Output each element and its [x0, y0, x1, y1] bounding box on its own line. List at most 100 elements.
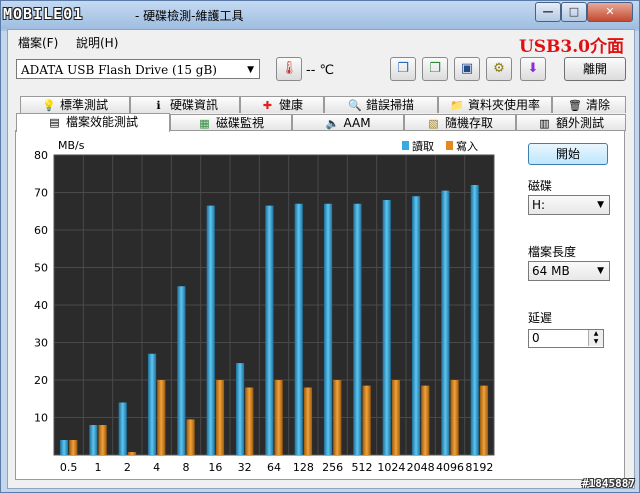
copy-green-icon[interactable]: ❐ — [422, 57, 448, 81]
tab-health[interactable]: ✚ 健康 — [240, 96, 324, 113]
y-tick-label: 60 — [34, 224, 48, 237]
y-tick-label: 30 — [34, 337, 48, 350]
tab-error-scan[interactable]: 🔍 錯誤掃描 — [324, 96, 438, 113]
thermometer-icon[interactable]: 🌡 — [276, 57, 302, 81]
read-bar — [323, 203, 333, 455]
y-axis-label: MB/s — [58, 139, 85, 152]
tab-extra-tests[interactable]: ▥ 額外測試 — [516, 114, 626, 131]
options-icon[interactable]: ⚙ — [486, 57, 512, 81]
file-icon: ▤ — [49, 116, 60, 129]
copy-icon[interactable]: ❐ — [390, 57, 416, 81]
read-bar — [118, 402, 127, 455]
x-tick-label: 4096 — [436, 461, 464, 474]
read-bar — [411, 196, 421, 455]
tab-disk-monitor[interactable]: ▦ 磁碟監視 — [170, 114, 292, 131]
disk-select-value: H: — [532, 198, 546, 212]
legend-write-swatch — [446, 141, 453, 150]
x-tick-label: 8 — [183, 461, 190, 474]
delay-value: 0 — [532, 331, 540, 345]
write-bar — [127, 452, 137, 455]
disk-label: 磁碟 — [528, 179, 553, 193]
menu-file[interactable]: 檔案(F) — [18, 34, 58, 51]
drive-select-value: ADATA USB Flash Drive (15 gB) — [21, 63, 217, 77]
close-button[interactable]: ✕ — [587, 2, 633, 22]
y-tick-label: 80 — [34, 149, 48, 162]
write-bar — [245, 387, 254, 455]
download-icon[interactable]: ⬇ — [520, 57, 546, 81]
drive-select[interactable]: ADATA USB Flash Drive (15 gB) ▼ — [16, 59, 260, 79]
benchmark-chart: 10 20 30 40 50 60 70 80 MB/s 0.5 1 2 4 8 16 32 64 128 256 5… — [34, 139, 495, 474]
write-bar — [479, 385, 489, 455]
chevron-down-icon: ▼ — [597, 266, 604, 276]
delay-spinner[interactable]: 0 ▲ ▼ — [528, 329, 604, 348]
exit-button[interactable]: 離開 — [564, 57, 626, 81]
tab-random-access[interactable]: ▧ 隨機存取 — [404, 114, 516, 131]
save-icon[interactable]: ▣ — [454, 57, 480, 81]
read-bar — [235, 363, 245, 455]
write-bar — [157, 380, 166, 455]
write-bar — [215, 380, 225, 455]
write-bar — [391, 380, 401, 455]
read-bar — [441, 190, 450, 455]
y-tick-label: 10 — [34, 412, 48, 425]
x-tick-label: 1 — [95, 461, 102, 474]
y-tick-label: 70 — [34, 187, 48, 200]
mobile01-logo: MOBILE01 — [3, 5, 84, 23]
y-tick-label: 50 — [34, 262, 48, 275]
x-tick-label: 16 — [208, 461, 222, 474]
tab-file-benchmark[interactable]: ▤ 檔案效能測試 — [16, 113, 170, 132]
tab-info[interactable]: ℹ 硬碟資訊 — [130, 96, 240, 113]
x-tick-label: 8192 — [465, 461, 493, 474]
legend-read-label: 讀取 — [412, 139, 434, 153]
read-bar — [470, 185, 479, 455]
read-bar — [353, 203, 362, 455]
read-bar — [382, 200, 391, 455]
tab-benchmark[interactable]: 💡 標準測試 — [20, 96, 130, 113]
health-cross-icon: ✚ — [262, 99, 273, 112]
chevron-down-icon: ▼ — [597, 200, 604, 210]
write-bar — [186, 419, 195, 455]
start-button[interactable]: 開始 — [528, 143, 608, 165]
menu-help[interactable]: 說明(H) — [76, 34, 118, 51]
write-bar — [303, 387, 313, 455]
app-window: MOBILE01 - 硬碟檢測-維護工具 — □ ✕ 檔案(F) 說明(H) U… — [0, 0, 640, 493]
disk-select[interactable]: H: ▼ — [528, 195, 610, 215]
info-icon: ℹ — [156, 99, 161, 112]
magnifier-icon: 🔍 — [347, 99, 362, 112]
watermark: #1845887 — [582, 477, 635, 490]
tab-folder-usage[interactable]: 📁 資料夾使用率 — [438, 96, 552, 113]
read-bar — [59, 440, 69, 455]
benchmark-panel: 10 20 30 40 50 60 70 80 MB/s 0.5 1 2 4 8 16 32 64 128 256 5… — [15, 130, 625, 480]
write-bar — [69, 440, 78, 455]
menu-bar: 檔案(F) 說明(H) USB3.0介面 — [8, 30, 634, 57]
write-bar — [274, 380, 283, 455]
x-tick-label: 1024 — [377, 461, 405, 474]
spin-up-icon[interactable]: ▲ — [588, 330, 603, 338]
read-bar — [147, 353, 157, 455]
write-bar — [98, 425, 107, 455]
file-length-select[interactable]: 64 MB ▼ — [528, 261, 610, 281]
x-tick-label: 256 — [322, 461, 343, 474]
tab-erase[interactable]: 🗑 清除 — [552, 96, 626, 113]
tab-row-top: 💡 標準測試 ℹ 硬碟資訊 ✚ 健康 🔍 錯誤掃描 📁 資料夾使用率 🗑 清除 — [16, 96, 626, 114]
tab-aam[interactable]: 🔈 AAM — [292, 114, 404, 131]
maximize-button[interactable]: □ — [561, 2, 587, 22]
minimize-button[interactable]: — — [535, 2, 561, 22]
y-tick-label: 40 — [34, 299, 48, 312]
x-tick-label: 512 — [352, 461, 373, 474]
title-bar: MOBILE01 - 硬碟檢測-維護工具 — □ ✕ — [1, 1, 639, 29]
bulb-icon: 💡 — [41, 99, 56, 112]
write-bar — [421, 385, 430, 455]
read-bar — [294, 203, 303, 455]
read-bar — [177, 286, 186, 455]
x-tick-label: 128 — [293, 461, 314, 474]
spin-down-icon[interactable]: ▼ — [588, 338, 603, 346]
write-bar — [362, 385, 371, 455]
y-tick-label: 20 — [34, 374, 48, 387]
folder-icon: 📁 — [449, 99, 464, 112]
read-bar — [265, 205, 274, 455]
x-tick-label: 2048 — [407, 461, 435, 474]
file-length-value: 64 MB — [532, 264, 570, 278]
chevron-down-icon: ▼ — [247, 65, 254, 75]
write-bar — [450, 380, 459, 455]
